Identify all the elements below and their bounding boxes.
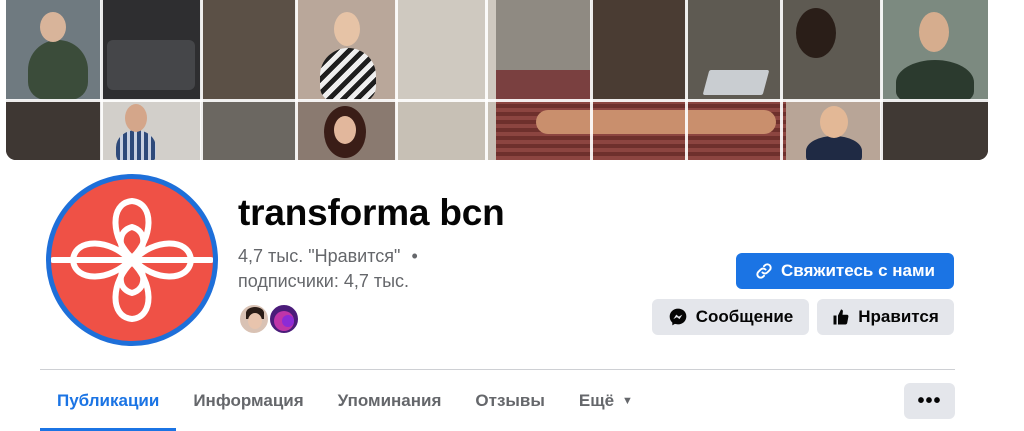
likes-count[interactable]: 4,7 тыс. "Нравится"	[238, 246, 400, 266]
cover-tile	[201, 100, 296, 160]
tab-more[interactable]: Ещё ▼	[562, 370, 650, 431]
cover-tile	[296, 100, 396, 160]
friend-avatar[interactable]	[268, 303, 300, 335]
cover-grid-line	[590, 0, 593, 160]
friend-avatar[interactable]	[238, 303, 270, 335]
thumbs-up-icon	[833, 309, 849, 325]
cover-tile	[101, 100, 201, 160]
cover-tile	[396, 0, 496, 100]
cover-grid-line	[200, 0, 203, 160]
cover-tile	[496, 0, 591, 100]
message-label: Сообщение	[695, 307, 794, 326]
cover-tile	[101, 0, 201, 100]
cover-tile	[881, 0, 988, 100]
message-button[interactable]: Сообщение	[652, 299, 809, 335]
cover-tile	[496, 100, 786, 160]
cover-grid-line	[780, 0, 783, 160]
page-title: transforma bcn	[238, 192, 505, 233]
link-icon	[756, 263, 772, 279]
cover-tile	[686, 0, 881, 100]
cover-grid-line	[880, 0, 883, 160]
cover-tile	[6, 100, 101, 160]
flower-knot-logo-icon	[51, 198, 213, 322]
tab-label: Публикации	[57, 390, 160, 410]
likes-line: 4,7 тыс. "Нравится" •	[238, 244, 418, 269]
tab-label: Отзывы	[475, 390, 545, 410]
stats-separator: •	[411, 246, 418, 266]
cover-grid-line	[100, 0, 103, 160]
tab-label: Ещё	[578, 390, 615, 410]
page-stats: 4,7 тыс. "Нравится" • подписчики: 4,7 ты…	[238, 244, 418, 294]
cover-grid-line	[295, 0, 298, 160]
cover-grid-line	[485, 0, 488, 160]
page-tabs: Публикации Информация Упоминания Отзывы …	[40, 370, 650, 431]
caret-down-icon: ▼	[622, 394, 633, 407]
cover-tile	[786, 100, 881, 160]
cover-grid-line	[395, 0, 398, 160]
messenger-icon	[669, 308, 687, 326]
tab-mentions[interactable]: Упоминания	[321, 370, 459, 431]
cover-tile	[396, 100, 496, 160]
cover-grid-line	[685, 0, 688, 160]
contact-us-button[interactable]: Свяжитесь с нами	[736, 253, 954, 289]
like-button[interactable]: Нравится	[817, 299, 954, 335]
cover-tile	[881, 100, 988, 160]
cover-tile	[6, 0, 101, 100]
cover-tile	[591, 0, 686, 100]
more-options-button[interactable]: •••	[904, 383, 955, 419]
followers-count[interactable]: подписчики: 4,7 тыс.	[238, 269, 418, 294]
more-options-icon: •••	[917, 389, 942, 412]
cover-tile	[296, 0, 396, 100]
like-label: Нравится	[858, 307, 939, 326]
contact-us-label: Свяжитесь с нами	[780, 261, 936, 280]
cover-photo[interactable]	[6, 0, 988, 160]
tab-about[interactable]: Информация	[176, 370, 320, 431]
tab-label: Упоминания	[337, 390, 442, 410]
tab-label: Информация	[193, 390, 304, 410]
tab-posts[interactable]: Публикации	[40, 370, 177, 431]
friend-avatars[interactable]	[238, 303, 308, 335]
tab-reviews[interactable]: Отзывы	[458, 370, 562, 431]
cover-grid-line	[6, 99, 988, 102]
profile-picture[interactable]	[42, 170, 222, 350]
cover-tile	[201, 0, 296, 100]
transforma-logo	[46, 174, 218, 346]
